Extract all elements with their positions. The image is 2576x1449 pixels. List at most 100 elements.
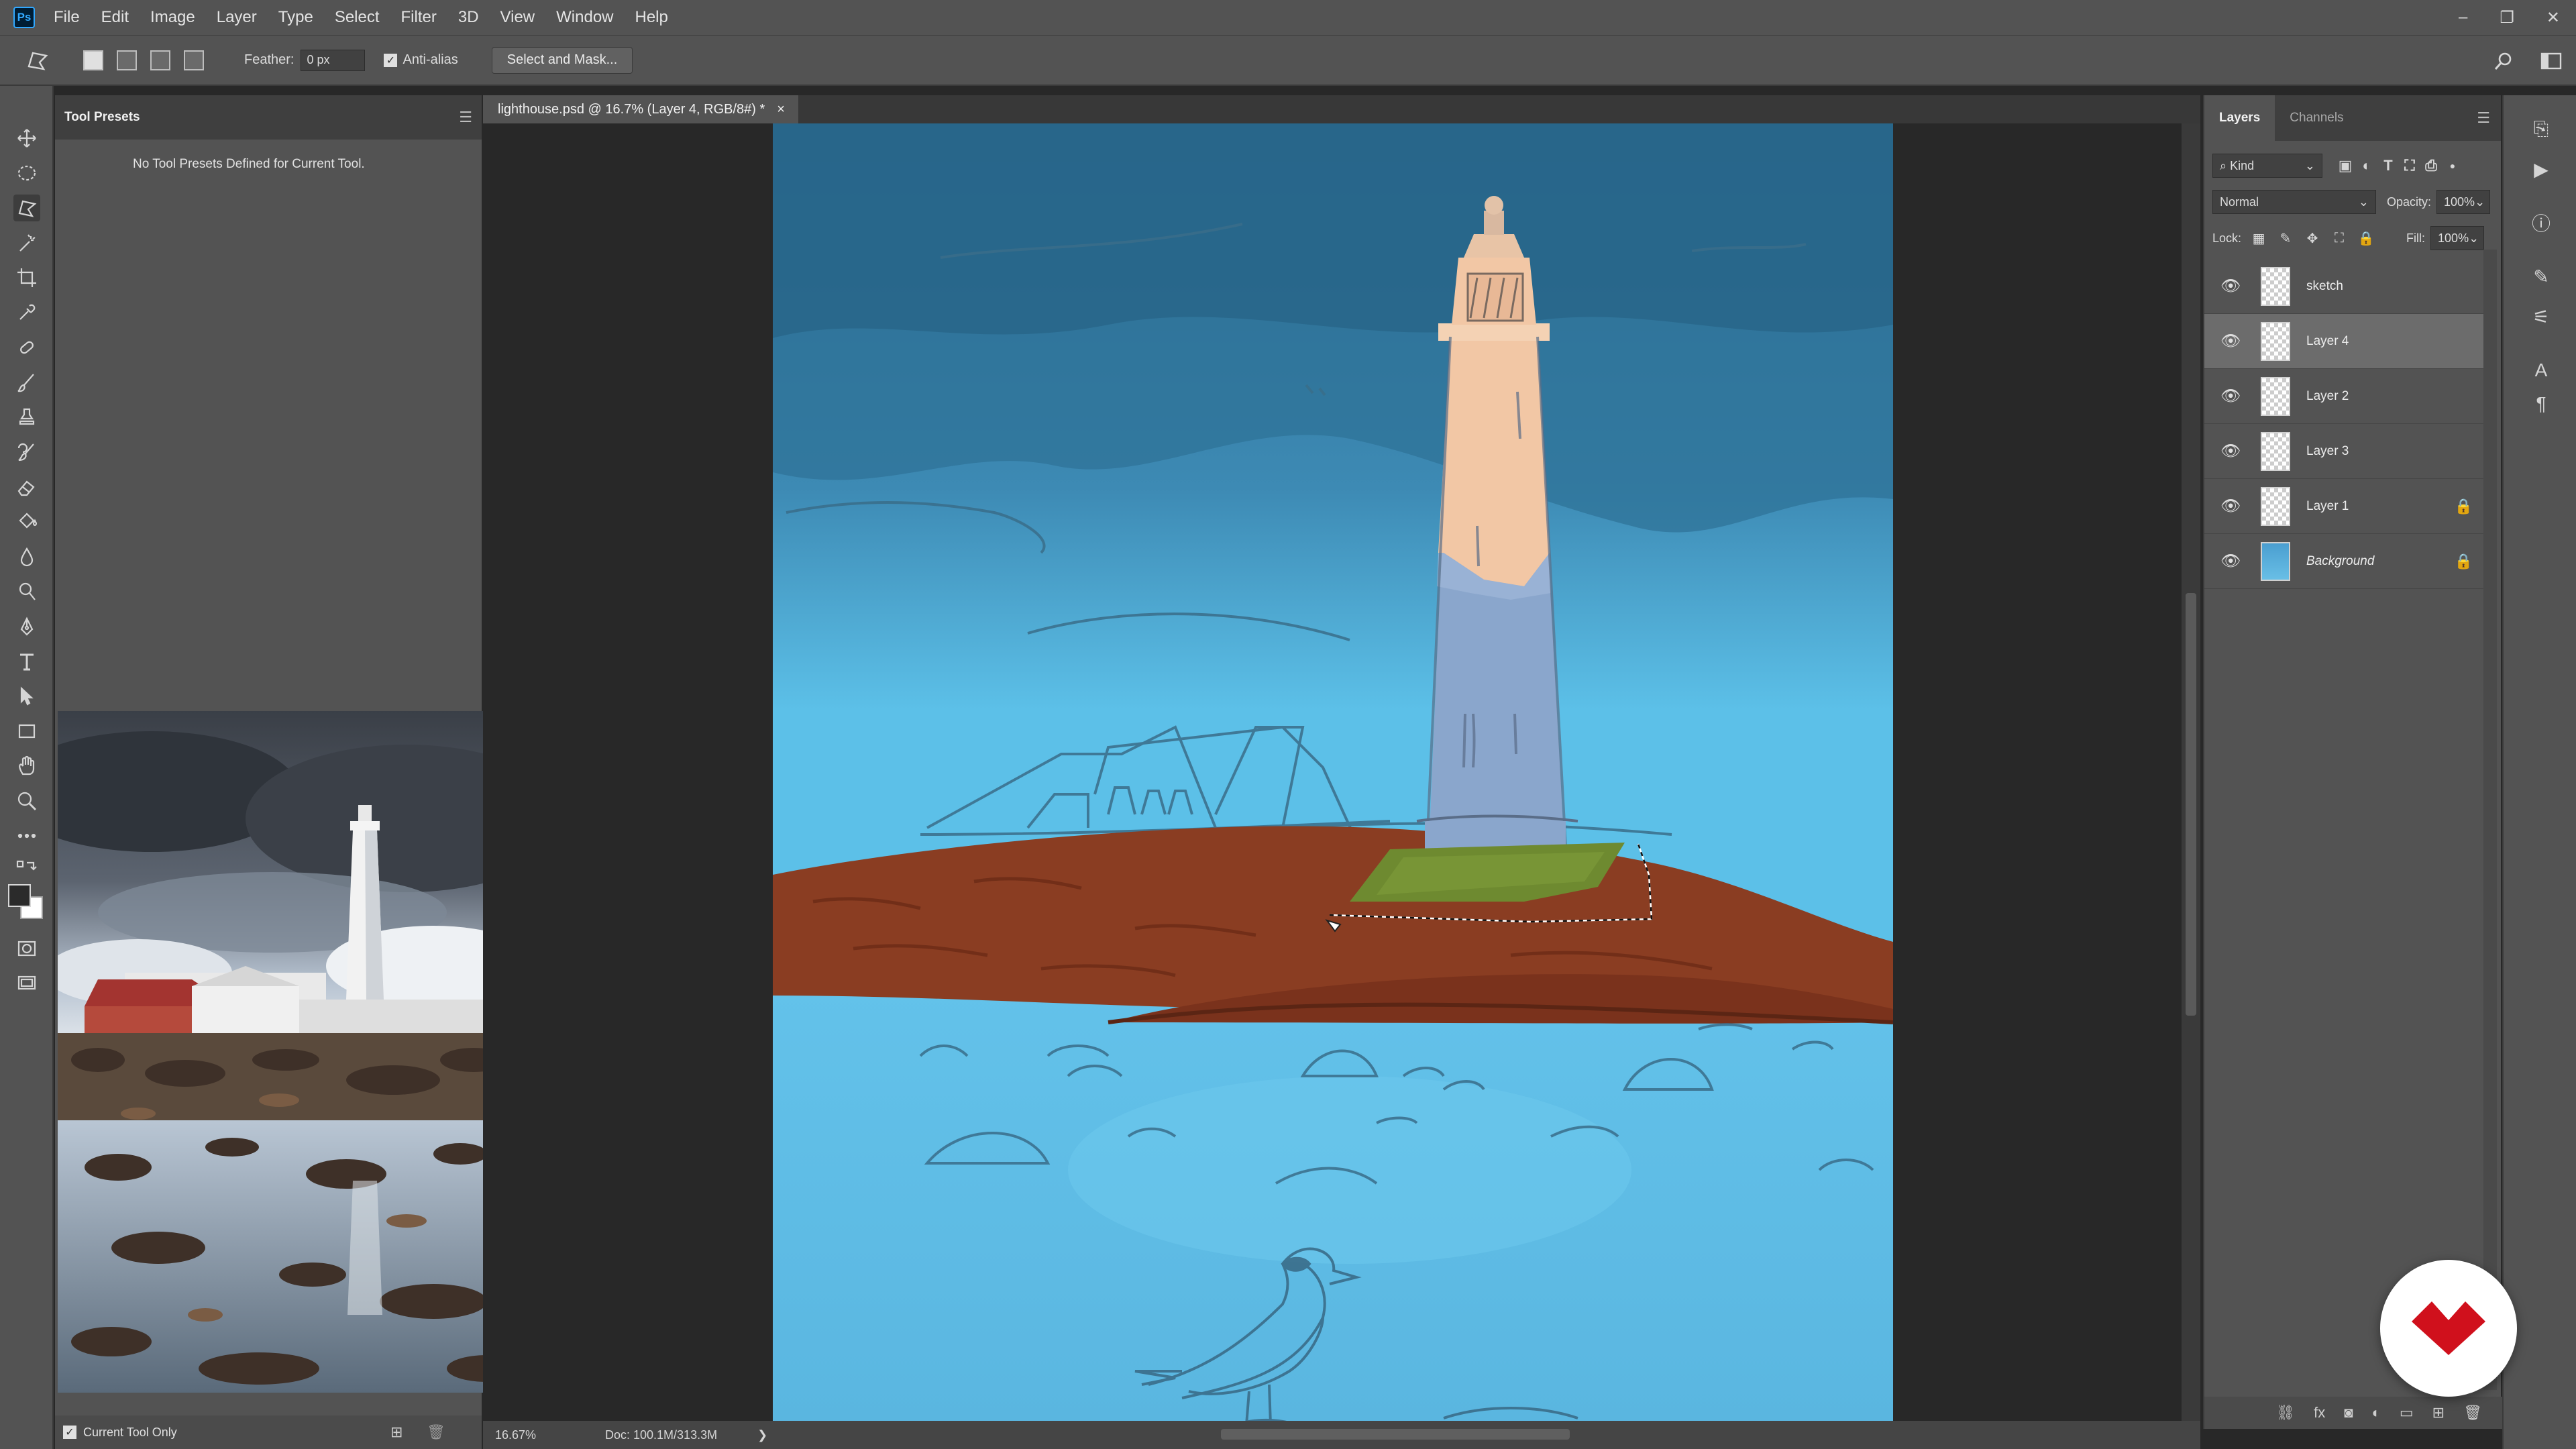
- menu-view[interactable]: View: [500, 8, 535, 27]
- eye-icon[interactable]: 👁: [2220, 441, 2250, 461]
- subtract-selection-mode[interactable]: [150, 50, 170, 70]
- history-brush-tool-icon[interactable]: [13, 439, 40, 466]
- eyedropper-tool-icon[interactable]: [13, 299, 40, 326]
- new-layer-icon[interactable]: ⊞: [2432, 1404, 2445, 1421]
- history-panel-icon[interactable]: ⎘: [2528, 115, 2555, 142]
- marquee-tool-icon[interactable]: [13, 160, 40, 186]
- blur-tool-icon[interactable]: [13, 543, 40, 570]
- antialias-checkbox[interactable]: ✓: [384, 53, 398, 67]
- magic-wand-tool-icon[interactable]: [13, 229, 40, 256]
- link-layers-icon[interactable]: ⛓: [2276, 1404, 2295, 1421]
- adjustment-filter-icon[interactable]: ◐: [2356, 157, 2377, 174]
- minimize-button[interactable]: –: [2459, 8, 2467, 27]
- delete-layer-icon[interactable]: 🗑: [2463, 1404, 2482, 1421]
- path-selection-tool-icon[interactable]: [13, 683, 40, 710]
- opacity-input[interactable]: 100% ⌄: [2436, 190, 2491, 214]
- healing-brush-tool-icon[interactable]: [13, 334, 40, 361]
- lock-all-icon[interactable]: 🔒: [2353, 230, 2379, 247]
- actions-panel-icon[interactable]: ▶: [2528, 156, 2555, 182]
- menu-image[interactable]: Image: [150, 8, 195, 27]
- lock-transparent-icon[interactable]: ▦: [2245, 230, 2272, 247]
- search-icon[interactable]: [2490, 48, 2517, 74]
- delete-preset-icon[interactable]: 🗑: [427, 1424, 445, 1441]
- type-filter-icon[interactable]: T: [2377, 157, 2399, 174]
- layer-name[interactable]: Layer 3: [2306, 444, 2349, 459]
- reference-photo[interactable]: [58, 711, 514, 1393]
- eye-icon[interactable]: 👁: [2220, 386, 2250, 406]
- move-tool-icon[interactable]: [13, 125, 40, 152]
- new-selection-mode[interactable]: [83, 50, 103, 70]
- zoom-tool-icon[interactable]: [13, 788, 40, 814]
- close-button[interactable]: ✕: [2546, 8, 2560, 28]
- canvas[interactable]: [773, 123, 1893, 1428]
- paint-bucket-tool-icon[interactable]: [13, 508, 40, 535]
- shape-filter-icon[interactable]: ⛶: [2399, 157, 2420, 174]
- new-group-icon[interactable]: ▭: [2400, 1404, 2414, 1421]
- menu-layer[interactable]: Layer: [217, 8, 257, 27]
- polygonal-lasso-icon[interactable]: [24, 47, 51, 74]
- pen-tool-icon[interactable]: [13, 613, 40, 640]
- menu-edit[interactable]: Edit: [101, 8, 129, 27]
- fill-input[interactable]: 100% ⌄: [2430, 226, 2485, 250]
- lock-icon[interactable]: 🔒: [2455, 498, 2473, 515]
- filter-toggle-icon[interactable]: ●: [2442, 160, 2463, 171]
- add-selection-mode[interactable]: [117, 50, 137, 70]
- layers-scrollbar[interactable]: [2483, 250, 2497, 1390]
- layer-name[interactable]: Layer 1: [2306, 499, 2349, 514]
- menu-file[interactable]: File: [54, 8, 80, 27]
- status-menu-arrow-icon[interactable]: ❯: [757, 1428, 767, 1442]
- menu-help[interactable]: Help: [635, 8, 668, 27]
- crop-tool-icon[interactable]: [13, 264, 40, 291]
- properties-panel-icon[interactable]: ⚟: [2528, 303, 2555, 330]
- brush-settings-icon[interactable]: ✎: [2528, 263, 2555, 290]
- workspace-icon[interactable]: [2538, 48, 2565, 74]
- blend-mode-dropdown[interactable]: Normal ⌄: [2212, 190, 2376, 214]
- type-tool-icon[interactable]: [13, 648, 40, 675]
- close-document-icon[interactable]: ×: [777, 102, 785, 117]
- info-panel-icon[interactable]: ⓘ: [2528, 209, 2555, 236]
- add-mask-icon[interactable]: ◙: [2344, 1404, 2353, 1421]
- dodge-tool-icon[interactable]: [13, 578, 40, 605]
- lock-image-icon[interactable]: ✎: [2272, 230, 2299, 247]
- menu-3d[interactable]: 3D: [458, 8, 479, 27]
- menu-window[interactable]: Window: [556, 8, 613, 27]
- menu-select[interactable]: Select: [335, 8, 380, 27]
- pixel-filter-icon[interactable]: ▣: [2334, 157, 2356, 174]
- menu-filter[interactable]: Filter: [401, 8, 437, 27]
- zoom-level[interactable]: 16.67%: [495, 1428, 576, 1442]
- intersect-selection-mode[interactable]: [184, 50, 204, 70]
- document-tab[interactable]: lighthouse.psd @ 16.7% (Layer 4, RGB/8#)…: [483, 95, 798, 123]
- smart-object-filter-icon[interactable]: ⎙: [2420, 157, 2442, 174]
- new-preset-icon[interactable]: ⊞: [390, 1424, 402, 1441]
- tab-layers[interactable]: Layers: [2204, 95, 2275, 141]
- lock-artboard-icon[interactable]: ⛶: [2326, 231, 2353, 246]
- eye-icon[interactable]: 👁: [2220, 276, 2250, 296]
- layer-row-background[interactable]: 👁 Background 🔒: [2204, 534, 2494, 589]
- canvas-vertical-scrollbar[interactable]: [2182, 123, 2200, 1428]
- select-and-mask-button[interactable]: Select and Mask...: [491, 46, 633, 74]
- layer-name[interactable]: Layer 2: [2306, 389, 2349, 404]
- lasso-tool-icon[interactable]: [13, 195, 40, 221]
- horizontal-scrollbar-thumb[interactable]: [1221, 1429, 1570, 1440]
- eye-icon[interactable]: 👁: [2220, 496, 2250, 516]
- layer-row-layer-2[interactable]: 👁 Layer 2: [2204, 369, 2494, 424]
- layer-row-layer-3[interactable]: 👁 Layer 3: [2204, 424, 2494, 479]
- foreground-color-swatch[interactable]: [8, 884, 31, 907]
- lock-icon[interactable]: 🔒: [2455, 553, 2473, 570]
- swap-colors-icon[interactable]: [13, 857, 40, 884]
- panel-menu-icon[interactable]: ☰: [459, 109, 472, 126]
- scroll-thumb[interactable]: [2186, 593, 2196, 1016]
- layer-row-layer-4[interactable]: 👁 Layer 4: [2204, 314, 2494, 369]
- layer-row-layer-1[interactable]: 👁 Layer 1 🔒: [2204, 479, 2494, 534]
- feather-input[interactable]: 0 px: [301, 49, 366, 71]
- brush-tool-icon[interactable]: [13, 369, 40, 396]
- layer-name[interactable]: Background: [2306, 554, 2374, 569]
- rectangle-tool-icon[interactable]: [13, 718, 40, 745]
- eraser-tool-icon[interactable]: [13, 474, 40, 500]
- layer-name[interactable]: Layer 4: [2306, 334, 2349, 349]
- more-tools-icon[interactable]: [13, 822, 40, 849]
- tab-tool-presets[interactable]: Tool Presets: [64, 110, 140, 125]
- layer-filter-dropdown[interactable]: ⌕ Kind ⌄: [2212, 154, 2322, 178]
- current-tool-only-checkbox[interactable]: ✓: [63, 1426, 76, 1439]
- clone-stamp-tool-icon[interactable]: [13, 404, 40, 431]
